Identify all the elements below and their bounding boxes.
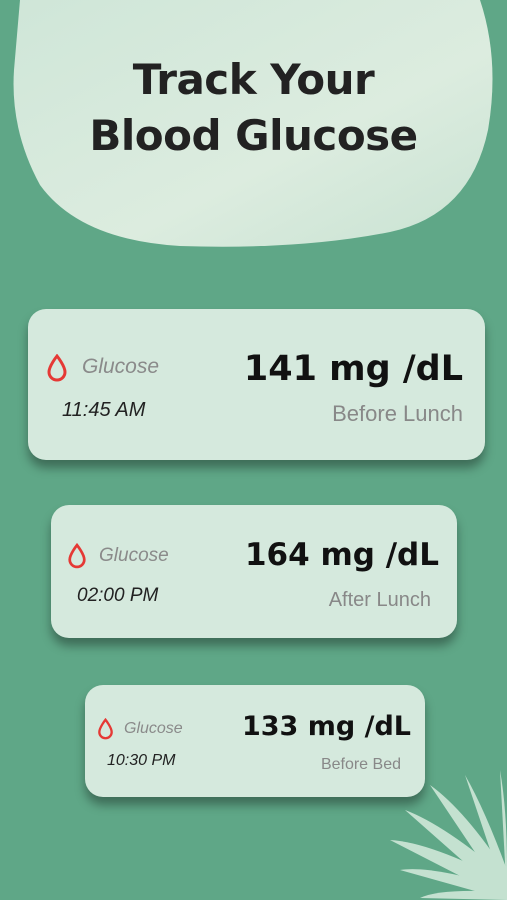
- title-line-1: Track Your: [132, 55, 375, 104]
- page-title: Track Your Blood Glucose: [0, 52, 507, 164]
- blood-drop-icon: [46, 353, 68, 386]
- reading-time: 02:00 PM: [77, 585, 159, 606]
- title-line-2: Blood Glucose: [89, 111, 418, 160]
- reading-time: 10:30 PM: [107, 752, 176, 769]
- glucose-reading-card[interactable]: Glucose 11:45 AM 141 mg /dL Before Lunch: [28, 309, 485, 460]
- reading-value: 133 mg /dL: [241, 711, 411, 742]
- reading-time: 11:45 AM: [62, 399, 146, 421]
- reading-context: Before Lunch: [332, 401, 463, 426]
- reading-label: Glucose: [82, 355, 160, 378]
- glucose-reading-card[interactable]: Glucose 02:00 PM 164 mg /dL After Lunch: [51, 505, 457, 638]
- palm-leaf-decoration: [390, 770, 507, 900]
- reading-context: After Lunch: [328, 589, 431, 611]
- blood-drop-icon: [97, 717, 114, 744]
- reading-value: 141 mg /dL: [243, 349, 463, 389]
- reading-label: Glucose: [99, 545, 169, 566]
- blood-drop-icon: [67, 542, 87, 573]
- reading-label: Glucose: [124, 720, 183, 737]
- reading-value: 164 mg /dL: [244, 537, 439, 573]
